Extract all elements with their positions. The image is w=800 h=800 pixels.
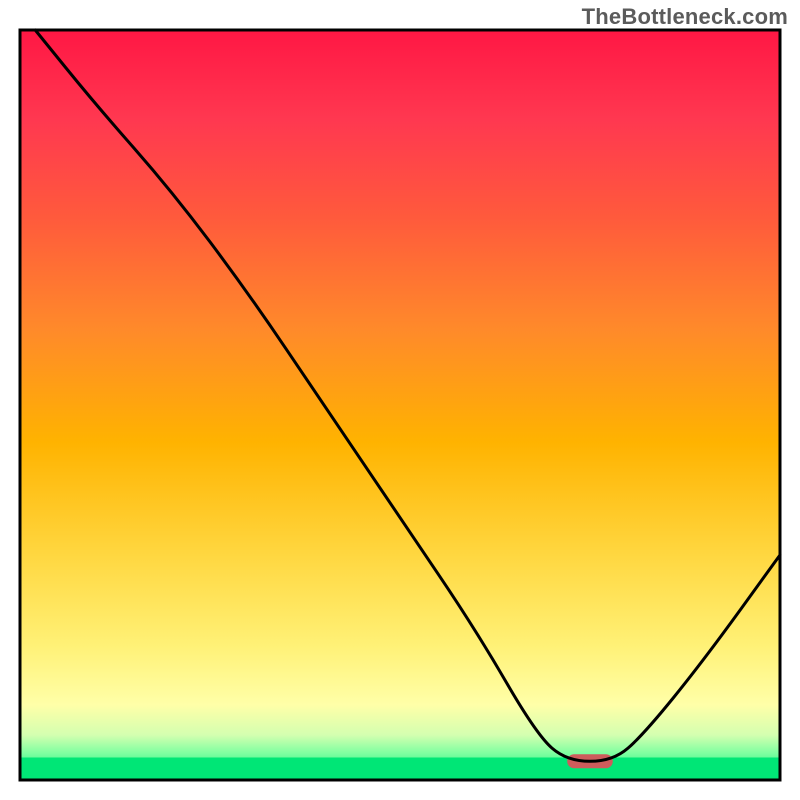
watermark-text: TheBottleneck.com	[582, 4, 788, 30]
chart-container: { "watermark": "TheBottleneck.com", "cha…	[0, 0, 800, 800]
gradient-background	[20, 30, 780, 780]
green-band	[20, 758, 780, 781]
chart-svg	[0, 0, 800, 800]
